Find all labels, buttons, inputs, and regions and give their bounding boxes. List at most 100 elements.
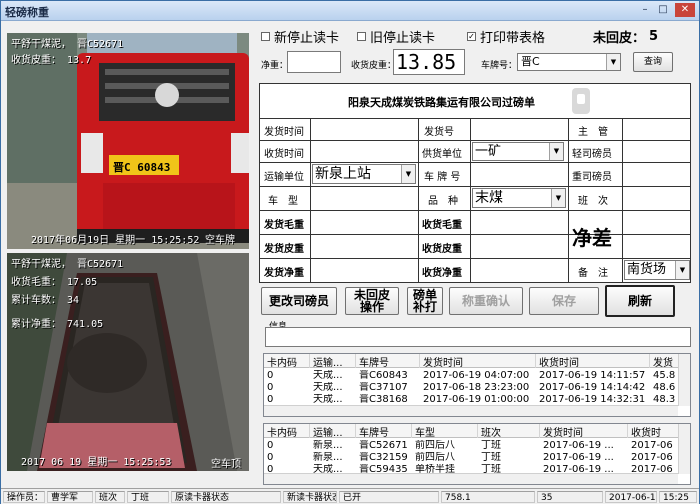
- transport-unit-label: 运输单位: [264, 172, 304, 183]
- minimize-button[interactable]: –: [637, 3, 653, 17]
- chevron-down-icon[interactable]: ▼: [549, 143, 563, 160]
- table2-vscrollbar[interactable]: [678, 424, 690, 474]
- remark-label: 备 注: [578, 268, 608, 279]
- table2-col-car-type[interactable]: 车型: [412, 424, 478, 438]
- chevron-down-icon[interactable]: ▼: [401, 165, 415, 183]
- table-cell: 2017-06-19 ...: [543, 440, 614, 451]
- table-cell: 2017-06-19 14:14:42: [539, 382, 646, 393]
- remark-select[interactable]: 南货场 ▼: [624, 260, 690, 280]
- old-stop-read-checkbox[interactable]: 旧停止读卡: [357, 27, 435, 46]
- cam2-label: 空车顶: [211, 459, 241, 470]
- new-reader-value: 已开: [339, 491, 439, 503]
- table2-col-send-time[interactable]: 发货时间: [540, 424, 628, 438]
- table2-col-recv-time[interactable]: 收货时: [628, 424, 680, 438]
- supply-unit-select[interactable]: 一矿 ▼: [472, 142, 564, 161]
- maximize-button[interactable]: □: [655, 3, 671, 17]
- table1-col-send-time[interactable]: 发货时间: [420, 354, 536, 368]
- status-bar: 操作员： 曹学军 班次 丁班 原读卡器状态 新读卡器状态 已开 758.1 35…: [1, 488, 699, 504]
- cam2-line2: 收货毛重： 17.05: [11, 277, 98, 288]
- table-cell: 0: [267, 370, 274, 381]
- info-field[interactable]: [265, 327, 691, 347]
- lock-icon: [572, 88, 590, 114]
- table1-vscrollbar[interactable]: [678, 354, 690, 406]
- send-tare-label: 发货皮重: [264, 244, 304, 255]
- chevron-down-icon[interactable]: ▼: [675, 261, 689, 279]
- title-bar: 轻磅称重 – □ ✕: [1, 1, 699, 21]
- table1-col-send[interactable]: 发货: [650, 354, 680, 368]
- table-cell: 天成...: [313, 394, 343, 405]
- table1-col-plate[interactable]: 车牌号: [356, 354, 420, 368]
- plate-no-select[interactable]: 晋C ▼: [517, 53, 621, 71]
- new-stop-read-checkbox[interactable]: 新停止读卡: [261, 27, 339, 46]
- table-cell: 前四后八: [415, 440, 455, 451]
- table-cell: 2017-06-19 04:07:00: [423, 370, 530, 381]
- plate-no-value: 晋C: [521, 55, 540, 68]
- car-type-label: 车 型: [268, 196, 298, 207]
- recv-net-label: 收货净重: [422, 268, 462, 279]
- old-stop-read-box[interactable]: [357, 32, 366, 41]
- shift-status-value: 丁班: [127, 491, 169, 503]
- table-cell: 晋C37107: [359, 382, 408, 393]
- shift-status-label: 班次: [95, 491, 125, 503]
- change-weigher-button[interactable]: 更改司磅员: [261, 287, 337, 315]
- cam2-line1: 平舒干煤泥， 晋C52671: [11, 259, 124, 270]
- variety-select[interactable]: 末煤 ▼: [472, 188, 566, 208]
- table-cell: 48.6: [653, 382, 676, 393]
- net-weight-input[interactable]: [287, 51, 341, 73]
- query-button[interactable]: 查询: [633, 52, 673, 72]
- variety-value: 末煤: [475, 190, 503, 206]
- count-status: 35: [537, 491, 603, 503]
- supply-unit-label: 供货单位: [422, 149, 462, 160]
- table1-col-transport[interactable]: 运输...: [310, 354, 356, 368]
- new-stop-read-box[interactable]: [261, 32, 270, 41]
- transport-unit-select[interactable]: 新泉上站 ▼: [312, 164, 416, 184]
- transport-unit-value: 新泉上站: [315, 166, 371, 182]
- table-cell: 2017-06-19 14:32:31: [539, 394, 646, 405]
- reprint-ticket-button[interactable]: 磅单 补打: [407, 287, 443, 315]
- window-title: 轻磅称重: [5, 6, 49, 19]
- main-window: 轻磅称重 – □ ✕ 平舒干煤泥， 晋C52671 收货皮重： 13.7 晋C …: [0, 0, 700, 504]
- table-cell: 2017-06-19 14:11:57: [539, 370, 646, 381]
- table-cell: 丁班: [481, 452, 501, 463]
- table1-col-card[interactable]: 卡内码: [264, 354, 310, 368]
- table-cell: 2017-06-19 01:00:00: [423, 394, 530, 405]
- send-net-label: 发货净重: [264, 268, 304, 279]
- table-cell: 2017-06-19 ...: [543, 452, 614, 463]
- table-cell: 天成...: [313, 370, 343, 381]
- table2-hscrollbar[interactable]: [264, 473, 678, 484]
- save-button[interactable]: 保存: [529, 287, 599, 315]
- refresh-button[interactable]: 刷新: [605, 285, 675, 317]
- time-status: 15:25: [659, 491, 697, 503]
- table-cell: 45.8: [653, 370, 676, 381]
- supply-unit-value: 一矿: [475, 144, 502, 159]
- net-weight-label: 净重：: [261, 61, 289, 71]
- table-cell: 0: [267, 382, 274, 393]
- pending-records-table[interactable]: 卡内码 运输... 车牌号 车型 班次 发货时间 收货时 0 新泉... 晋C5…: [263, 423, 691, 485]
- table2-col-plate[interactable]: 车牌号: [356, 424, 412, 438]
- reprint-line2: 补打: [412, 300, 437, 314]
- table1-header: 卡内码 运输... 车牌号 发货时间 收货时间 发货: [264, 354, 690, 368]
- unreturned-operation-button[interactable]: 未回皮 操作: [345, 287, 399, 315]
- print-table-box[interactable]: ✓: [467, 32, 476, 41]
- unreturned-count: 未回皮： 5: [593, 27, 658, 46]
- tare-weight-label: 收货皮重：: [351, 61, 397, 71]
- ship-no-label: 发货号: [424, 127, 454, 138]
- close-button[interactable]: ✕: [675, 3, 695, 17]
- cam2-timestamp: 2017 06 19 星期一 15:25:53: [21, 457, 172, 468]
- send-gross-label: 发货毛重: [264, 220, 304, 231]
- operator-value: 曹学军: [47, 491, 93, 503]
- confirm-weigh-button[interactable]: 称重确认: [449, 287, 523, 315]
- chevron-down-icon[interactable]: ▼: [606, 54, 620, 70]
- table2-col-transport[interactable]: 运输...: [310, 424, 356, 438]
- chevron-down-icon[interactable]: ▼: [551, 189, 565, 207]
- table1-hscrollbar[interactable]: [264, 405, 678, 416]
- table2-col-card[interactable]: 卡内码: [264, 424, 310, 438]
- send-time-label: 发货时间: [264, 127, 304, 138]
- completed-records-table[interactable]: 卡内码 运输... 车牌号 发货时间 收货时间 发货 0 天成... 晋C608…: [263, 353, 691, 417]
- old-stop-read-label: 旧停止读卡: [370, 31, 436, 46]
- old-reader-status: 原读卡器状态: [171, 491, 281, 503]
- table-cell: 新泉...: [313, 440, 343, 451]
- table2-col-shift[interactable]: 班次: [478, 424, 540, 438]
- print-table-checkbox[interactable]: ✓ 打印带表格: [467, 27, 545, 46]
- table1-col-recv-time[interactable]: 收货时间: [536, 354, 650, 368]
